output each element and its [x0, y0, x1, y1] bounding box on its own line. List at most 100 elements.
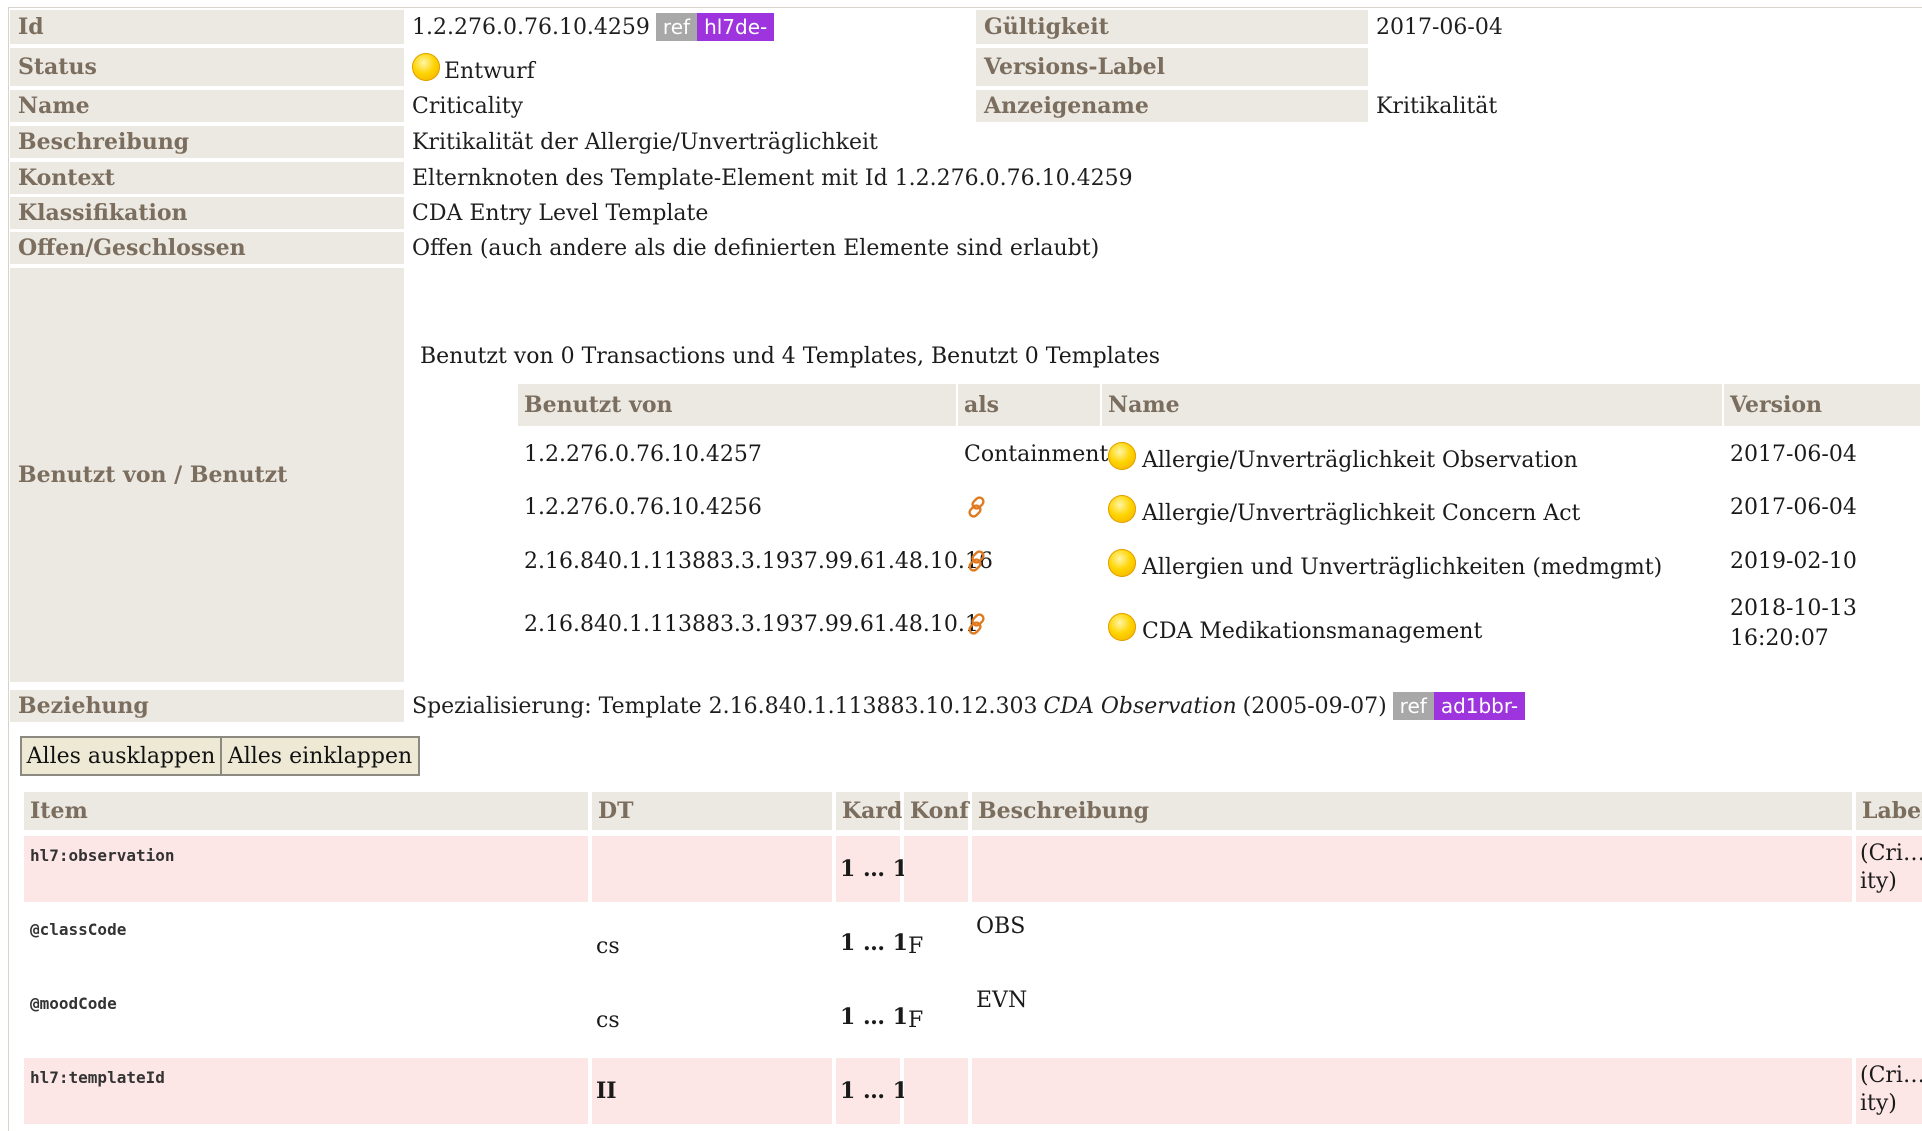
relation-prefix: Spezialisierung: Template 2.16.840.1.113…: [412, 693, 1038, 719]
items-row-dt: [592, 836, 832, 902]
items-row-label-cell: (Cri… ity): [1856, 1058, 1922, 1124]
usage-header-used-by: Benutzt von: [518, 384, 956, 426]
status-draft-dot-icon: [1108, 495, 1136, 523]
usage-row-name-cell: Allergien und Unverträglichkeiten (medmg…: [1108, 539, 1718, 587]
usage-row-name-cell: CDA Medikationsmanagement: [1108, 602, 1718, 652]
id-value-cell: 1.2.276.0.76.10.4259 ref hl7de-: [408, 10, 968, 44]
usage-label: Benutzt von / Benutzt: [10, 268, 404, 682]
items-header-item: Item: [24, 792, 588, 830]
items-row-description: [972, 836, 1852, 902]
status-value-cell: Entwurf: [408, 48, 968, 86]
items-row-label: [1856, 984, 1922, 1050]
usage-row-name-cell: Allergie/Unverträglichkeit Concern Act: [1108, 485, 1718, 533]
usage-header-name: Name: [1102, 384, 1722, 426]
relation-label: Beziehung: [10, 690, 404, 722]
status-value: Entwurf: [444, 58, 535, 84]
chain-link-icon[interactable]: [964, 485, 1004, 529]
items-row-conf: F: [908, 934, 924, 959]
items-row-dt: cs: [596, 1008, 620, 1033]
usage-row-version: 2017-06-04: [1730, 494, 1857, 520]
usage-row-version: 2019-02-10: [1730, 548, 1857, 574]
classification-label: Klassifikation: [10, 197, 404, 229]
id-value: 1.2.276.0.76.10.4259: [412, 14, 650, 40]
items-header-label: Label: [1856, 792, 1922, 830]
usage-row-id[interactable]: 1.2.276.0.76.10.4257: [524, 432, 954, 476]
items-row-item-cell: @classCode: [24, 910, 588, 976]
items-header-description: Beschreibung: [972, 792, 1852, 830]
relation-date: (2005-09-07): [1242, 693, 1387, 719]
relation-value-cell: Spezialisierung: Template 2.16.840.1.113…: [408, 690, 1908, 722]
items-row-item[interactable]: @moodCode: [30, 994, 117, 1013]
items-row-description: [972, 1058, 1852, 1124]
prefix-badge[interactable]: ad1bbr-: [1433, 692, 1526, 720]
description-label: Beschreibung: [10, 126, 404, 158]
items-row-description: OBS: [976, 914, 1026, 939]
usage-header-version: Version: [1724, 384, 1920, 426]
validity-label: Gültigkeit: [976, 10, 1368, 44]
usage-summary: Benutzt von 0 Transactions und 4 Templat…: [420, 343, 1161, 369]
items-row-card: 1 … 1: [836, 1058, 908, 1124]
description-value: Kritikalität der Allergie/Unverträglichk…: [412, 129, 878, 155]
items-row-item[interactable]: @classCode: [30, 920, 126, 939]
usage-row-name[interactable]: CDA Medikationsmanagement: [1142, 619, 1482, 644]
usage-row-name-cell: Allergie/Unverträglichkeit Observation: [1108, 432, 1718, 480]
collapse-all-button[interactable]: Alles einklappen: [220, 736, 420, 776]
status-draft-dot-icon: [1108, 613, 1136, 641]
usage-row-version: 2018-10-13: [1730, 596, 1857, 621]
items-header-card: Kard: [836, 792, 902, 830]
usage-row-name[interactable]: Allergien und Unverträglichkeiten (medmg…: [1142, 555, 1662, 580]
relation-template-name[interactable]: CDA Observation: [1044, 694, 1237, 719]
items-header-conf: Konf: [904, 792, 969, 830]
chain-link-icon[interactable]: [964, 602, 1004, 646]
ref-badge[interactable]: ref: [1392, 692, 1434, 720]
status-draft-dot-icon: [412, 53, 440, 81]
status-label: Status: [10, 48, 404, 86]
open-closed-label: Offen/Geschlossen: [10, 232, 404, 264]
items-row-conf: [904, 836, 968, 902]
prefix-badge[interactable]: hl7de-: [697, 13, 775, 41]
usage-row-id[interactable]: 2.16.840.1.113883.3.1937.99.61.48.10.1: [524, 602, 979, 646]
items-row-label-cont: ity): [1860, 869, 1897, 894]
items-row-item[interactable]: hl7:templateId: [30, 1068, 165, 1087]
validity-value: 2017-06-04: [1376, 14, 1503, 40]
status-draft-dot-icon: [1108, 442, 1136, 470]
ref-badge[interactable]: ref: [655, 13, 698, 41]
name-label: Name: [10, 90, 404, 122]
items-row-conf: F: [908, 1008, 924, 1033]
items-header-dt: DT: [592, 792, 832, 830]
items-row-label: (Cri…: [1860, 841, 1922, 866]
context-value: Elternknoten des Template-Element mit Id…: [412, 165, 1133, 191]
open-closed-value: Offen (auch andere als die definierten E…: [412, 235, 1100, 261]
items-row-label-cell: (Cri… ity): [1856, 836, 1922, 902]
items-row-card: 1 … 1: [840, 1004, 908, 1030]
usage-row-version-cell: 2018-10-13 16:20:07: [1730, 594, 1920, 658]
chain-link-icon[interactable]: [964, 539, 1004, 583]
items-row-dt: cs: [596, 934, 620, 959]
items-row-card: 1 … 1: [840, 930, 908, 956]
usage-row-as: Containment: [964, 441, 1109, 467]
items-row-description: EVN: [976, 988, 1028, 1013]
items-row-conf: [904, 1058, 968, 1124]
usage-row-id[interactable]: 1.2.276.0.76.10.4256: [524, 485, 954, 529]
items-row-item[interactable]: hl7:observation: [30, 846, 175, 865]
status-draft-dot-icon: [1108, 549, 1136, 577]
id-label: Id: [10, 10, 404, 44]
items-row-item-cell: hl7:templateId: [24, 1058, 588, 1124]
version-value: [1372, 48, 1912, 86]
version-label: Versions-Label: [976, 48, 1368, 86]
usage-row-version-time: 16:20:07: [1730, 626, 1829, 651]
display-name-value: Kritikalität: [1376, 93, 1498, 119]
items-row-item-cell: @moodCode: [24, 984, 588, 1050]
items-row-card: 1 … 1: [836, 836, 908, 902]
items-row-dt: II: [592, 1058, 832, 1124]
usage-row-version: 2017-06-04: [1730, 441, 1857, 467]
usage-row-id[interactable]: 2.16.840.1.113883.3.1937.99.61.48.10.16: [524, 539, 993, 583]
context-label: Kontext: [10, 162, 404, 194]
name-value: Criticality: [412, 93, 524, 119]
usage-row-name[interactable]: Allergie/Unverträglichkeit Concern Act: [1142, 501, 1580, 526]
expand-all-button[interactable]: Alles ausklappen: [20, 736, 222, 776]
items-row-item-cell: hl7:observation: [24, 836, 588, 902]
items-row-label: [1856, 910, 1922, 976]
usage-row-name[interactable]: Allergie/Unverträglichkeit Observation: [1142, 448, 1578, 473]
items-row-label-cont: ity): [1860, 1091, 1897, 1116]
